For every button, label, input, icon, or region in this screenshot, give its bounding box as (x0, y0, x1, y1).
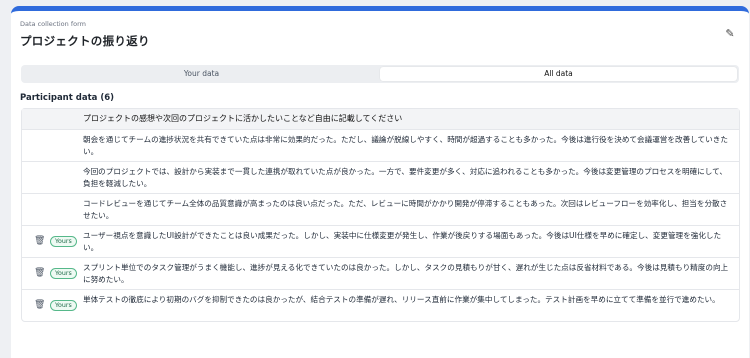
table-row: 🗑 Yours 単体テストの徹底により初期のバグを抑制できたのは良かったが、結合… (22, 289, 739, 321)
row-lead-cell: 🗑 Yours (22, 258, 83, 289)
trash-icon[interactable]: 🗑 (34, 300, 45, 311)
yours-badge: Yours (50, 236, 77, 247)
column-header: プロジェクトの感想や次回のプロジェクトに活かしたいことなど自由に記載してください (83, 114, 403, 123)
table-row: 🗑 Yours ユーザー視点を意識したUI設計ができたことは良い成果だった。しか… (22, 225, 739, 257)
response-text: ユーザー視点を意識したUI設計ができたことは良い成果だった。しかし、実装中に仕様… (83, 231, 722, 253)
form-header: Data collection form プロジェクトの振り返り ✎ (11, 11, 749, 51)
tab-all-data[interactable]: All data (380, 67, 737, 81)
form-card: Data collection form プロジェクトの振り返り ✎ Your … (11, 6, 749, 358)
table-row: コードレビューを通じてチーム全体の品質意識が高まったのは良い点だった。ただ、レビ… (22, 193, 739, 225)
trash-icon[interactable]: 🗑 (34, 268, 45, 279)
form-title: プロジェクトの振り返り (20, 34, 150, 48)
row-lead-cell (22, 194, 83, 225)
yours-badge: Yours (50, 268, 77, 279)
response-text: 今回のプロジェクトでは、設計から実装まで一貫した連携が取れていた点が良かった。一… (83, 167, 727, 189)
form-type-label: Data collection form (20, 20, 86, 28)
pencil-icon[interactable]: ✎ (723, 27, 737, 41)
row-lead-cell: 🗑 Yours (22, 290, 83, 321)
trash-icon[interactable]: 🗑 (34, 236, 45, 247)
participant-data-heading: Participant data (6) (20, 93, 115, 103)
table-row: 今回のプロジェクトでは、設計から実装まで一貫した連携が取れていた点が良かった。一… (22, 161, 739, 193)
yours-badge: Yours (50, 300, 77, 311)
tab-your-data[interactable]: Your data (23, 67, 380, 81)
table-row: 🗑 Yours スプリント単位でのタスク管理がうまく機能し、進捗が見える化できて… (22, 257, 739, 289)
row-lead-cell (22, 130, 83, 161)
table-row: 朝会を通じてチームの進捗状況を共有できていた点は非常に効果的だった。ただし、議論… (22, 129, 739, 161)
row-lead-cell: 🗑 Yours (22, 226, 83, 257)
response-text: スプリント単位でのタスク管理がうまく機能し、進捗が見える化できていたのは良かった… (83, 263, 729, 285)
table-header-row: プロジェクトの感想や次回のプロジェクトに活かしたいことなど自由に記載してください (22, 109, 739, 129)
response-text: 朝会を通じてチームの進捗状況を共有できていた点は非常に効果的だった。ただし、議論… (83, 135, 728, 157)
header-lead-cell (22, 109, 83, 129)
response-text: コードレビューを通じてチーム全体の品質意識が高まったのは良い点だった。ただ、レビ… (83, 199, 728, 221)
data-tabs: Your data All data (21, 65, 739, 83)
response-text: 単体テストの徹底により初期のバグを抑制できたのは良かったが、結合テストの準備が遅… (83, 295, 720, 304)
participant-table: プロジェクトの感想や次回のプロジェクトに活かしたいことなど自由に記載してください… (21, 108, 740, 322)
row-lead-cell (22, 162, 83, 193)
